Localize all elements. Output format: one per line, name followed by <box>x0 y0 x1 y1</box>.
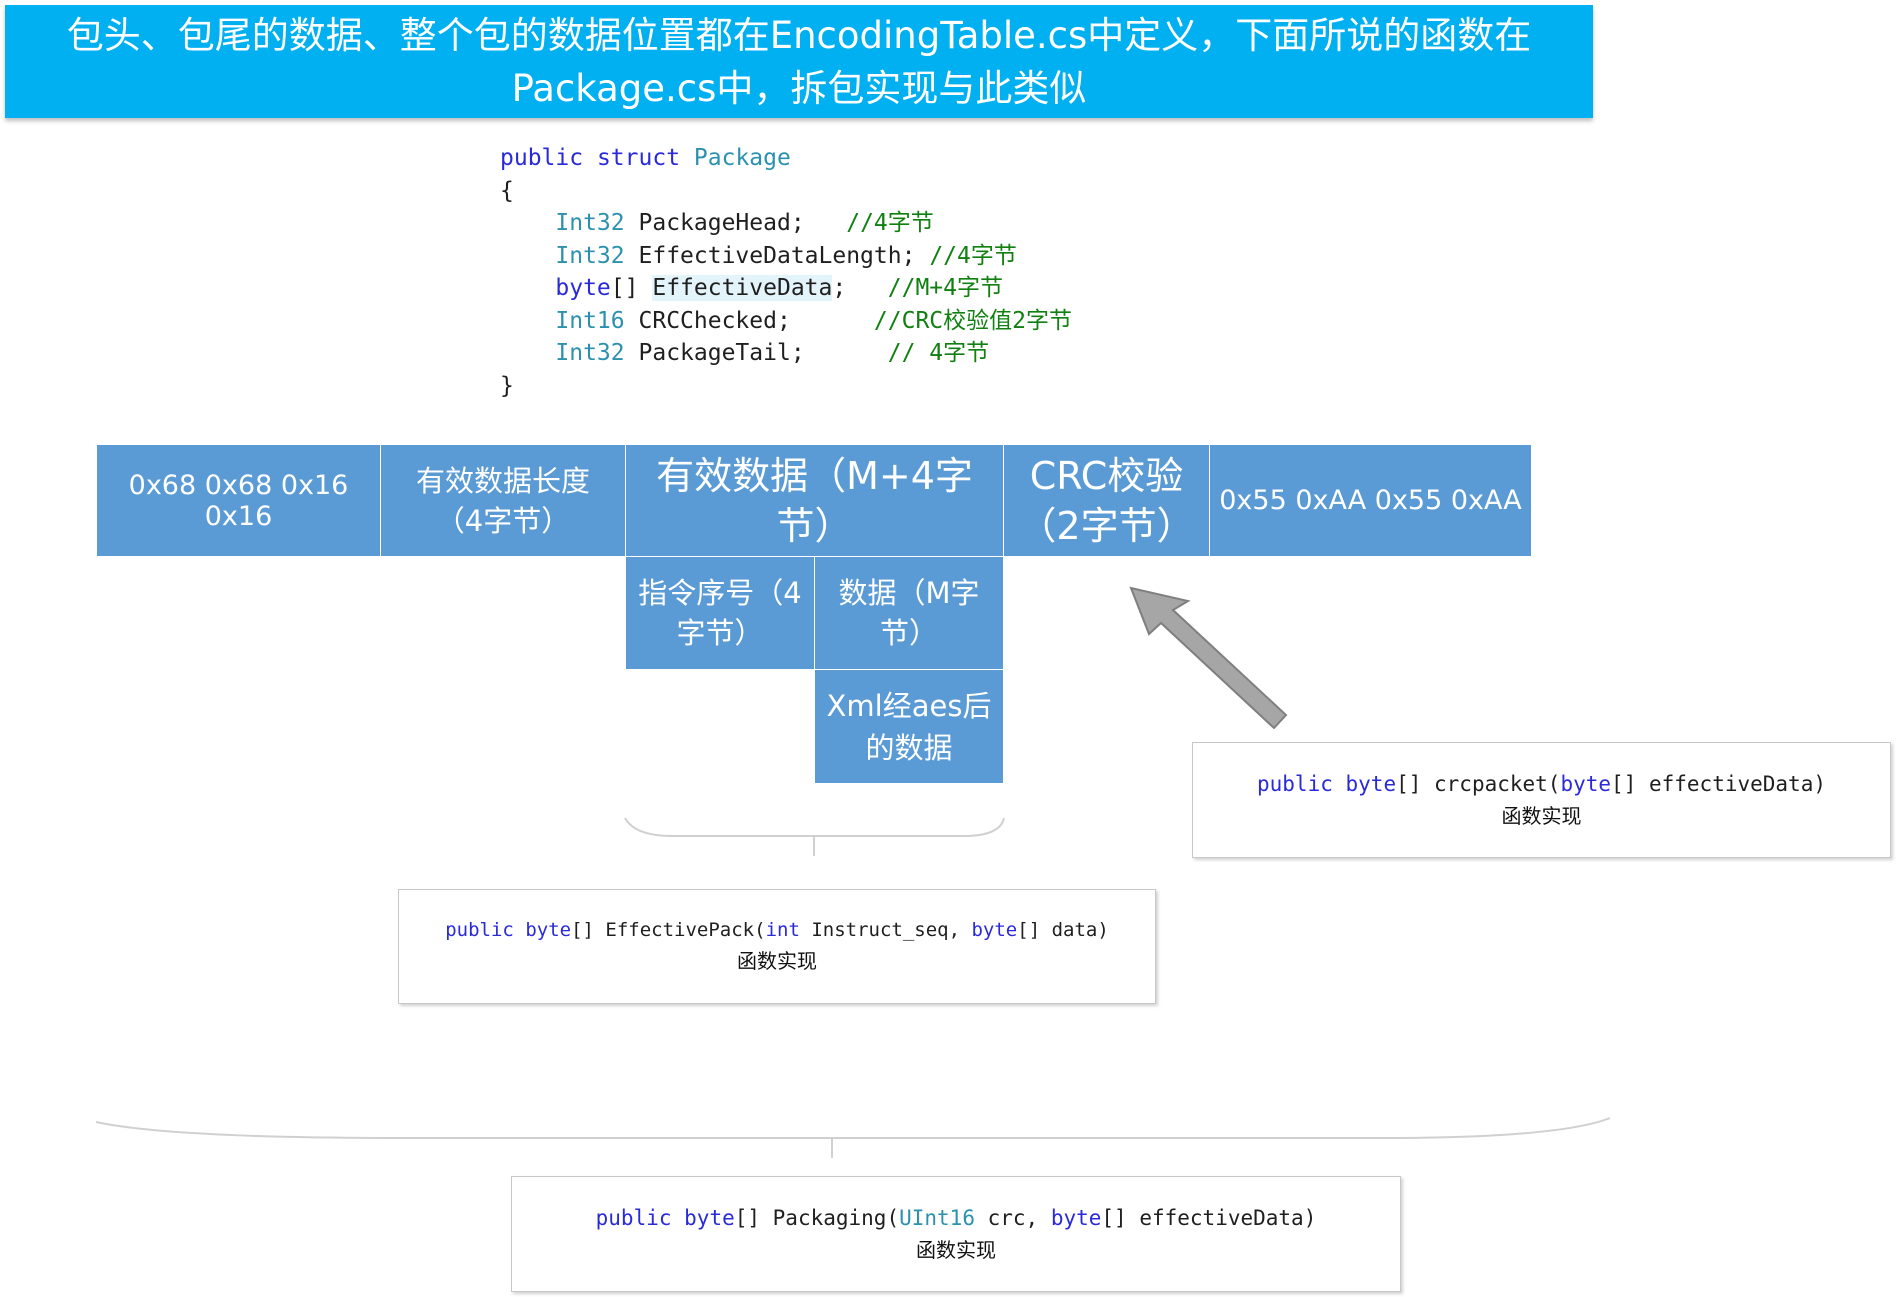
effectivepack-signature: public byte[] EffectivePack(int Instruct… <box>445 919 1109 941</box>
effectivepack-function-box: public byte[] EffectivePack(int Instruct… <box>398 889 1156 1004</box>
sig-keyword: public <box>595 1205 672 1230</box>
sig-keyword: public <box>445 919 514 941</box>
sig-text: [] Packaging( <box>734 1205 900 1230</box>
sig-text: crc, <box>974 1205 1051 1230</box>
crcpacket-caption: 函数实现 <box>1501 803 1582 828</box>
packaging-function-box: public byte[] Packaging(UInt16 crc, byte… <box>511 1176 1401 1292</box>
sig-text: [] data) <box>1017 919 1109 941</box>
packaging-caption: 函数实现 <box>916 1237 996 1262</box>
sig-keyword: byte <box>1560 771 1612 796</box>
sig-keyword: byte <box>684 1205 735 1230</box>
packaging-signature: public byte[] Packaging(UInt16 crc, byte… <box>596 1206 1317 1230</box>
effectivepack-caption: 函数实现 <box>737 949 817 973</box>
sig-keyword: public <box>1257 771 1333 796</box>
sig-keyword: byte <box>525 919 572 941</box>
crcpacket-function-box: public byte[] crcpacket(byte[] effective… <box>1192 742 1891 858</box>
sig-keyword: byte <box>1345 771 1397 796</box>
sig-text: [] effectiveData) <box>1611 771 1826 796</box>
crc-arrow <box>1129 586 1288 730</box>
sig-text: [] crcpacket( <box>1396 771 1561 796</box>
sig-keyword: byte <box>971 919 1018 941</box>
crcpacket-signature: public byte[] crcpacket(byte[] effective… <box>1257 772 1826 796</box>
connector-graphics <box>95 586 1611 1158</box>
sig-type: UInt16 <box>899 1205 975 1230</box>
sig-text: Instruct_seq, <box>799 919 972 941</box>
sig-keyword: int <box>765 919 800 941</box>
sig-keyword: byte <box>1050 1205 1102 1230</box>
sig-text: [] effectiveData) <box>1101 1205 1317 1230</box>
effective-brace <box>624 817 1005 837</box>
sig-text: [] EffectivePack( <box>571 919 766 941</box>
packet-brace <box>95 1117 1611 1139</box>
